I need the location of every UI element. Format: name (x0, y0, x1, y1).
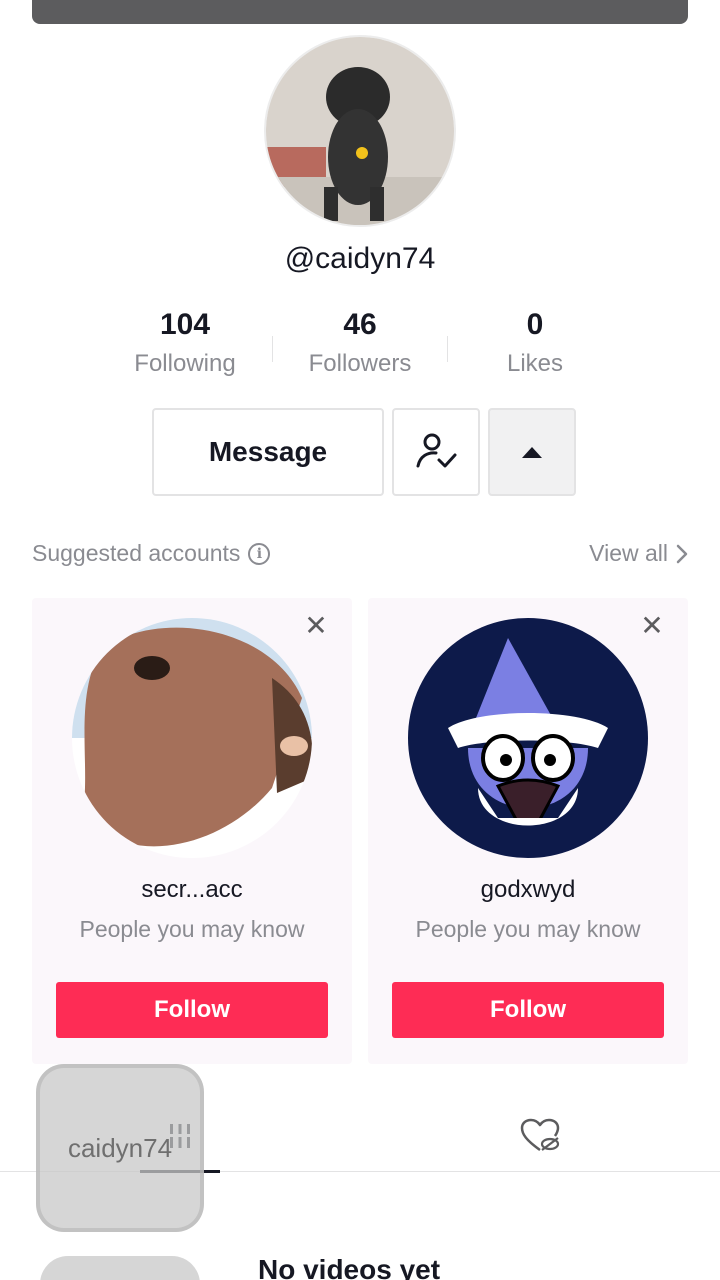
caret-up-icon (522, 447, 542, 458)
profile-stats: 104 Following 46 Followers 0 Likes (0, 306, 720, 386)
view-all-label: View all (589, 540, 668, 566)
stat-followers-label: Followers (308, 350, 412, 377)
cartoon-bird-avatar-image (408, 618, 648, 858)
stat-followers-value: 46 (343, 308, 377, 341)
following-status-button[interactable] (392, 408, 480, 496)
suggested-account-card[interactable]: ✕ secr...acc People you may know Follow (32, 598, 352, 1064)
collapse-suggestions-button[interactable] (488, 408, 576, 496)
suggested-accounts-title: Suggested accounts i (32, 540, 271, 567)
stat-following[interactable]: 104 Following (105, 306, 265, 378)
suggested-account-reason: People you may know (79, 916, 305, 942)
user-check-icon (416, 433, 457, 468)
stat-likes-label: Likes (506, 350, 564, 377)
empty-state-text: No videos yet (258, 1254, 441, 1280)
suggested-account-avatar[interactable] (408, 618, 648, 858)
close-icon[interactable]: ✕ (638, 612, 666, 640)
suggested-accounts-label: Suggested accounts (32, 540, 241, 566)
stat-followers[interactable]: 46 Followers (280, 306, 440, 378)
top-banner-bar (32, 0, 688, 24)
suggested-account-card[interactable]: ✕ godxwyd People you may know Follow (368, 598, 688, 1064)
stat-following-value: 104 (159, 308, 211, 341)
profile-avatar[interactable] (264, 35, 456, 227)
follow-button[interactable]: Follow (56, 982, 328, 1038)
close-icon[interactable]: ✕ (302, 612, 330, 640)
profile-avatar-image (266, 37, 454, 225)
watermark-shape (40, 1256, 200, 1280)
watermark: caidyn74 (36, 1064, 204, 1232)
stat-following-label: Following (134, 350, 236, 377)
suggested-account-name[interactable]: secr...acc (32, 876, 352, 904)
stat-likes[interactable]: 0 Likes (455, 306, 615, 378)
chevron-right-icon (676, 544, 688, 563)
message-button[interactable]: Message (152, 408, 384, 496)
horse-avatar-image (72, 618, 312, 858)
suggested-accounts-header: Suggested accounts i View all (32, 536, 688, 572)
stat-divider (272, 336, 273, 362)
suggested-account-avatar[interactable] (72, 618, 312, 858)
suggested-account-reason: People you may know (415, 916, 641, 942)
profile-username: @caidyn74 (284, 242, 436, 275)
suggested-account-name[interactable]: godxwyd (368, 876, 688, 904)
follow-button[interactable]: Follow (392, 982, 664, 1038)
liked-hidden-icon (520, 1118, 560, 1152)
info-icon[interactable]: i (248, 542, 271, 565)
stat-divider (447, 336, 448, 362)
stat-likes-value: 0 (526, 308, 544, 341)
tab-liked[interactable] (500, 1100, 580, 1172)
view-all-link[interactable]: View all (589, 540, 688, 567)
